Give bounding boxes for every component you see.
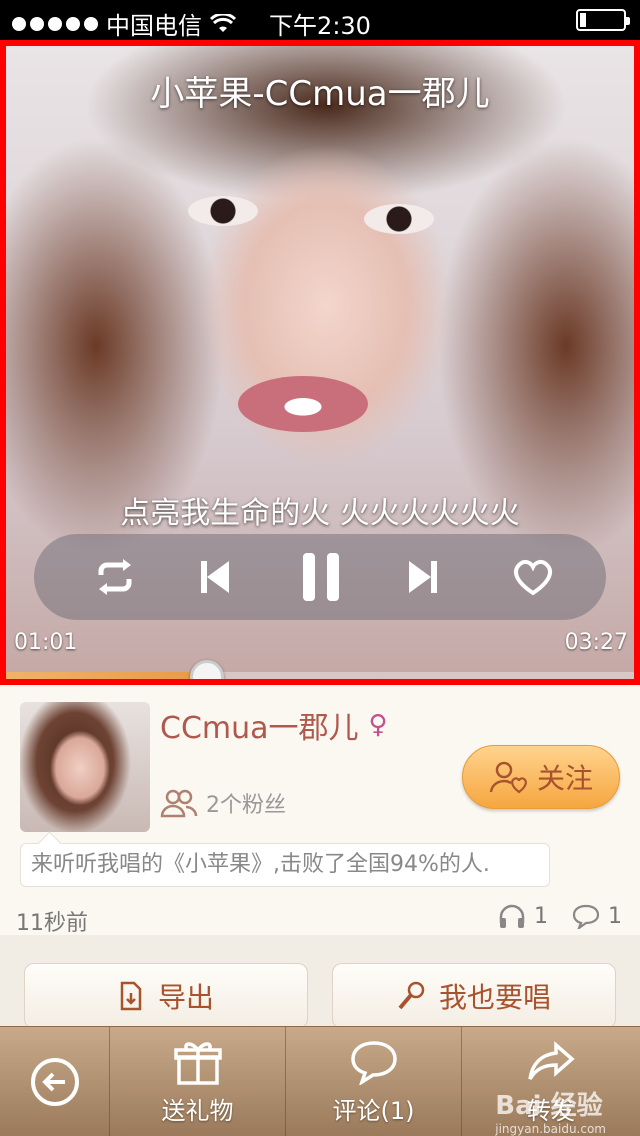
progress-bar[interactable] — [6, 672, 634, 679]
microphone-icon — [398, 981, 425, 1010]
action-row: 导出 我也要唱 — [0, 935, 640, 1030]
song-title: 小苹果-CCmua一郡儿 — [150, 74, 490, 114]
users-icon — [160, 789, 198, 818]
previous-icon — [201, 561, 229, 593]
repeat-icon — [98, 559, 132, 595]
export-icon — [120, 981, 142, 1011]
avatar[interactable] — [20, 702, 150, 832]
progress-fill — [6, 672, 207, 679]
player-panel: 小苹果-CCmua一郡儿 点亮我生命的火 火火火火火火 01:01 03:27 — [0, 40, 640, 685]
comment-icon — [572, 904, 600, 929]
sing-too-label: 我也要唱 — [438, 981, 551, 1014]
comment-count-value: 1 — [608, 903, 622, 929]
comment-bubble-icon — [350, 1040, 397, 1085]
headphones-icon — [499, 904, 525, 928]
fans-label: 2个粉丝 — [206, 793, 286, 818]
current-time: 01:01 — [14, 630, 78, 655]
total-time: 03:27 — [564, 630, 628, 655]
heart-icon — [514, 559, 552, 596]
post-time: 11秒前 — [16, 911, 88, 936]
follow-button[interactable]: 关注 — [462, 745, 620, 809]
next-button[interactable] — [392, 546, 454, 608]
share-icon — [528, 1040, 575, 1080]
sing-too-button[interactable]: 我也要唱 — [332, 963, 616, 1029]
watermark-brand: Bai 经验 — [495, 1091, 603, 1121]
gift-icon — [173, 1041, 222, 1085]
user-name-row: CCmua一郡儿 ♀ — [160, 703, 388, 747]
gift-label: 送礼物 — [161, 1096, 234, 1125]
next-icon — [409, 561, 437, 593]
follow-label: 关注 — [536, 762, 593, 795]
player-controls — [34, 534, 606, 620]
comment-tab-label: 评论(1) — [332, 1096, 415, 1125]
gift-button[interactable]: 送礼物 — [110, 1027, 286, 1136]
pause-button[interactable] — [290, 546, 352, 608]
export-button[interactable]: 导出 — [24, 963, 308, 1029]
user-info: CCmua一郡儿 ♀ 2个粉丝 关注 来听听我唱的《小苹果》,击败了全国94%的… — [0, 685, 640, 936]
follow-user-icon — [489, 761, 527, 794]
favorite-button[interactable] — [502, 546, 564, 608]
back-icon — [30, 1058, 79, 1106]
female-icon: ♀ — [368, 710, 388, 740]
fans-count[interactable]: 2个粉丝 — [160, 787, 286, 819]
lyric-line: 点亮我生命的火 火火火火火火 — [120, 496, 520, 531]
user-name[interactable]: CCmua一郡儿 — [160, 703, 359, 747]
battery-icon — [576, 9, 630, 31]
watermark-url: jingyan.baidu.com — [495, 1122, 606, 1136]
status-bar: 中国电信 下午2:30 — [0, 0, 640, 40]
watermark-logo: Bai 经验 jingyan.baidu.com — [495, 1085, 606, 1136]
previous-button[interactable] — [184, 546, 246, 608]
pause-icon — [303, 553, 339, 601]
share-message: 来听听我唱的《小苹果》,击败了全国94%的人. — [20, 843, 550, 887]
export-label: 导出 — [157, 981, 214, 1014]
comment-count: 1 — [572, 903, 622, 929]
comment-tab[interactable]: 评论(1) — [286, 1027, 462, 1136]
status-time: 下午2:30 — [269, 12, 371, 40]
repeat-button[interactable] — [84, 546, 146, 608]
back-button[interactable] — [0, 1027, 110, 1136]
listen-count-value: 1 — [534, 903, 548, 929]
listen-count: 1 — [498, 903, 548, 929]
